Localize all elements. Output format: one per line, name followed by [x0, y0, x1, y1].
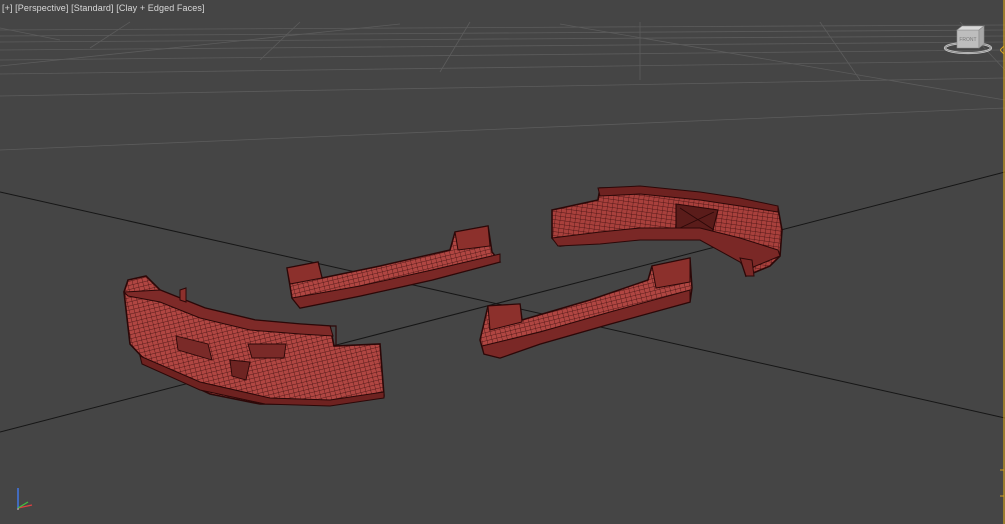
- viewcube-icon[interactable]: FRONT: [942, 22, 998, 58]
- viewport-display-mode-menu[interactable]: [Clay + Edged Faces]: [116, 3, 204, 13]
- viewport-right-border: [1000, 0, 1005, 524]
- viewport-point-of-view-menu[interactable]: [Perspective]: [15, 3, 68, 13]
- viewport-shading-style-menu[interactable]: [Standard]: [71, 3, 114, 13]
- svg-text:FRONT: FRONT: [959, 37, 976, 43]
- right-side-skirt-mesh[interactable]: [479, 257, 693, 359]
- scene-canvas: [0, 21, 1005, 433]
- axis-tripod-icon: [17, 488, 33, 510]
- viewport-label-menu: [+] [Perspective] [Standard] [Clay + Edg…: [2, 3, 205, 13]
- viewport-general-menu[interactable]: [+]: [2, 3, 13, 13]
- left-side-skirt-mesh[interactable]: [286, 225, 502, 309]
- ground-grid: [0, 21, 1005, 151]
- perspective-viewport[interactable]: [+] [Perspective] [Standard] [Clay + Edg…: [0, 0, 1005, 524]
